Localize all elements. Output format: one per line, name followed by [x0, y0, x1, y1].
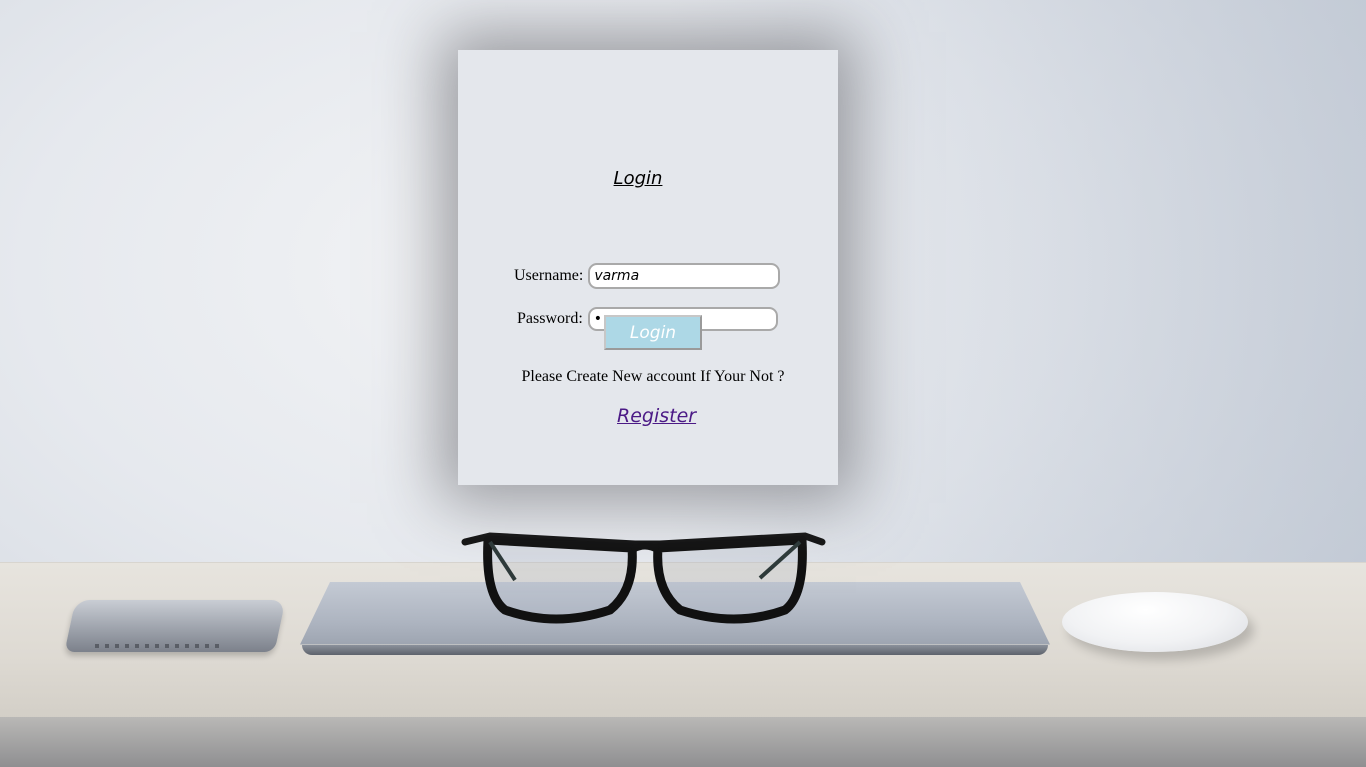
laptop-base: [302, 645, 1048, 655]
login-button[interactable]: Login: [604, 315, 702, 350]
username-row: Username:: [514, 263, 781, 289]
username-label: Username:: [514, 267, 584, 284]
login-card: Login Username: Password: Login Please C…: [458, 50, 838, 485]
create-account-prompt-text: Please Create New account If Your Not ?: [521, 368, 785, 385]
password-label: Password:: [517, 310, 583, 327]
login-title-text: Login: [613, 168, 663, 189]
username-input[interactable]: [588, 263, 781, 289]
create-account-prompt: Please Create New account If Your Not ?: [458, 368, 838, 386]
login-title: Login: [458, 168, 838, 189]
mouse-icon: [1062, 592, 1248, 652]
register-link[interactable]: Register: [617, 405, 696, 427]
desk-edge: [0, 717, 1366, 767]
eyeglasses-icon: [461, 532, 826, 624]
phone-speaker-holes: [95, 644, 225, 648]
